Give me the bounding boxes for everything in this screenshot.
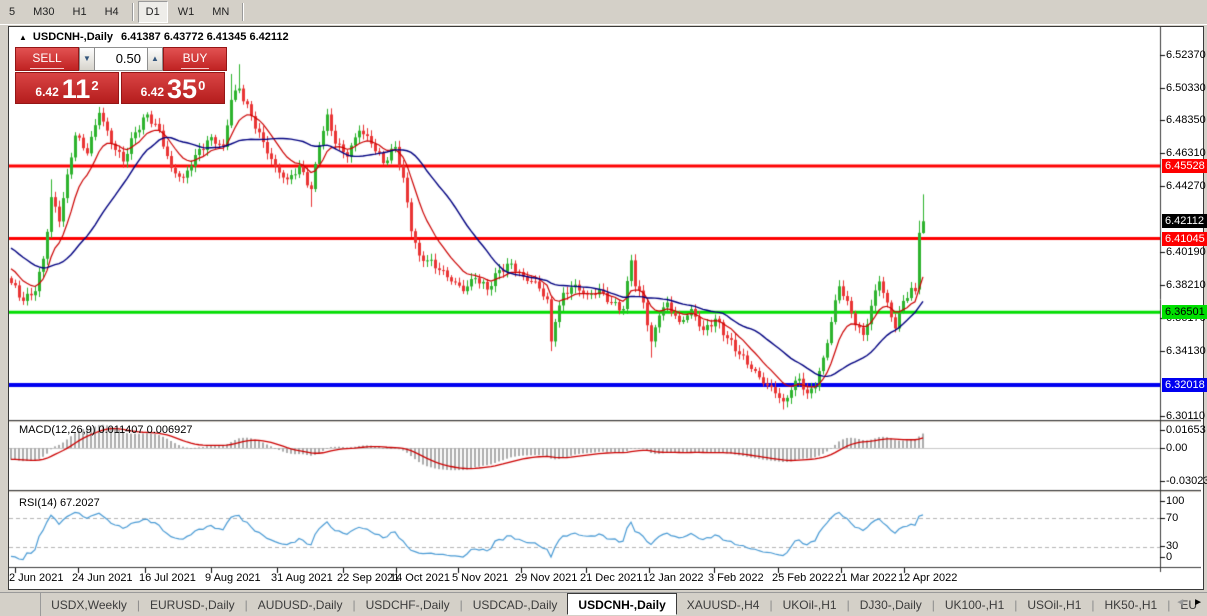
one-click-trade-panel: SELL ▼ 0.50 ▲ BUY 6.42112 6.42350 [15, 47, 227, 105]
date-axis-label: 3 Feb 2022 [708, 572, 764, 584]
timeframe-button-d1[interactable]: D1 [138, 1, 168, 23]
chart-title: ▲ USDCNH-,Daily 6.41387 6.43772 6.41345 … [19, 31, 289, 43]
date-axis-label: 21 Dec 2021 [580, 572, 642, 584]
scroll-tabs-left-icon[interactable]: ◄ [1175, 597, 1185, 608]
sell-price-button[interactable]: 6.42112 [15, 72, 119, 104]
price-level-badge: 6.36501 [1162, 305, 1207, 319]
chart-tab-bar: USDX,Weekly|EURUSD-,Daily|AUDUSD-,Daily|… [0, 592, 1207, 616]
price-axis-label: 6.34130 [1166, 345, 1206, 357]
price-level-badge: 6.32018 [1162, 378, 1207, 392]
date-axis-label: 9 Aug 2021 [205, 572, 261, 584]
rsi-indicator-label: RSI(14) 67.2027 [19, 497, 100, 509]
price-axis-label: 6.40190 [1166, 246, 1206, 258]
chart-tab-usdcnh-daily[interactable]: USDCNH-,Daily [567, 593, 676, 615]
chart-tab-xauusd-h4[interactable]: XAUUSD-,H4 [677, 596, 770, 614]
price-axis-label: 6.52370 [1166, 49, 1206, 61]
tabbar-left-margin [0, 593, 41, 616]
timeframe-button-h4[interactable]: H4 [97, 1, 127, 23]
tab-scroll-arrows: ◄► [1175, 597, 1203, 608]
collapse-trade-panel-icon[interactable]: ▲ [19, 33, 27, 42]
timeframe-button-5[interactable]: 5 [1, 1, 23, 23]
timeframe-button-m30[interactable]: M30 [25, 1, 62, 23]
volume-decrease-button[interactable]: ▼ [79, 47, 95, 71]
chevron-down-icon: ▼ [83, 54, 91, 63]
price-level-badge: 6.45528 [1162, 159, 1207, 173]
macd-indicator-label: MACD(12,26,9) 0.011407 0.006927 [19, 424, 192, 436]
timeframe-button-w1[interactable]: W1 [170, 1, 203, 23]
buy-button[interactable]: BUY [163, 47, 227, 71]
rsi-axis-label: 70 [1166, 512, 1178, 524]
date-axis-label: 12 Jan 2022 [643, 572, 704, 584]
chart-tab-dj30-daily[interactable]: DJ30-,Daily [850, 596, 932, 614]
buy-price-point: 0 [198, 71, 205, 101]
timeframe-toolbar: 5M30H1H4 D1W1MN [0, 0, 1207, 25]
date-axis-label: 24 Jun 2021 [72, 572, 133, 584]
buy-price-prefix: 6.42 [141, 83, 164, 101]
date-axis-label: 31 Aug 2021 [271, 572, 333, 584]
chart-tab-eurusd-daily[interactable]: EURUSD-,Daily [140, 596, 245, 614]
timeframe-button-h1[interactable]: H1 [65, 1, 95, 23]
chart-symbol-period: USDCNH-,Daily [33, 31, 113, 43]
price-axis-label: 6.48350 [1166, 114, 1206, 126]
chart-tab-audusd-daily[interactable]: AUDUSD-,Daily [248, 596, 353, 614]
date-axis-label: 12 Apr 2022 [898, 572, 957, 584]
date-axis-label: 14 Oct 2021 [390, 572, 450, 584]
price-axis-label: 6.44270 [1166, 180, 1206, 192]
volume-increase-button[interactable]: ▲ [147, 47, 163, 71]
chart-tab-usdchf-daily[interactable]: USDCHF-,Daily [356, 596, 460, 614]
macd-axis-label: 0.01653 [1166, 424, 1206, 436]
price-level-badge: 6.41045 [1162, 232, 1207, 246]
chart-tab-usdcad-daily[interactable]: USDCAD-,Daily [463, 596, 568, 614]
price-axis-label: 6.46310 [1166, 147, 1206, 159]
macd-axis-label: 0.00 [1166, 442, 1187, 454]
sell-price-prefix: 6.42 [35, 83, 58, 101]
timeframe-button-mn[interactable]: MN [204, 1, 237, 23]
sell-button[interactable]: SELL [15, 47, 79, 71]
price-axis-label: 6.38210 [1166, 279, 1206, 291]
chart-tab-ukoil-h1[interactable]: UKOil-,H1 [773, 596, 847, 614]
chart-tab-hk50-h1[interactable]: HK50-,H1 [1095, 596, 1168, 614]
date-axis-label: 2 Jun 2021 [9, 572, 63, 584]
chart-tab-usdx-weekly[interactable]: USDX,Weekly [41, 596, 137, 614]
chart-window: ▲ USDCNH-,Daily 6.41387 6.43772 6.41345 … [8, 26, 1204, 590]
price-level-badge: 6.42112 [1162, 214, 1207, 228]
date-axis-label: 25 Feb 2022 [772, 572, 834, 584]
rsi-axis-label: 0 [1166, 551, 1172, 563]
date-axis-label: 29 Nov 2021 [515, 572, 577, 584]
volume-input[interactable]: 0.50 [95, 47, 147, 71]
sell-price-pips: 11 [62, 77, 91, 101]
price-axis-label: 6.30110 [1166, 410, 1205, 422]
sell-price-point: 2 [91, 71, 98, 101]
macd-axis-label: -0.03023 [1166, 475, 1207, 487]
rsi-axis-label: 100 [1166, 495, 1184, 507]
date-axis-label: 16 Jul 2021 [139, 572, 196, 584]
chart-canvas[interactable] [9, 27, 1201, 587]
chevron-up-icon: ▲ [151, 54, 159, 63]
price-axis-label: 6.50330 [1166, 82, 1206, 94]
toolbar-separator [132, 3, 133, 21]
chart-ohlc-values: 6.41387 6.43772 6.41345 6.42112 [121, 31, 289, 43]
date-axis-label: 5 Nov 2021 [452, 572, 508, 584]
date-axis-label: 21 Mar 2022 [835, 572, 897, 584]
toolbar-separator [242, 3, 243, 21]
buy-price-pips: 35 [167, 77, 197, 101]
buy-price-button[interactable]: 6.42350 [121, 72, 225, 104]
chart-tab-usoil-h1[interactable]: USOil-,H1 [1017, 596, 1091, 614]
chart-tab-uk100-h1[interactable]: UK100-,H1 [935, 596, 1014, 614]
scroll-tabs-right-icon[interactable]: ► [1193, 597, 1203, 608]
